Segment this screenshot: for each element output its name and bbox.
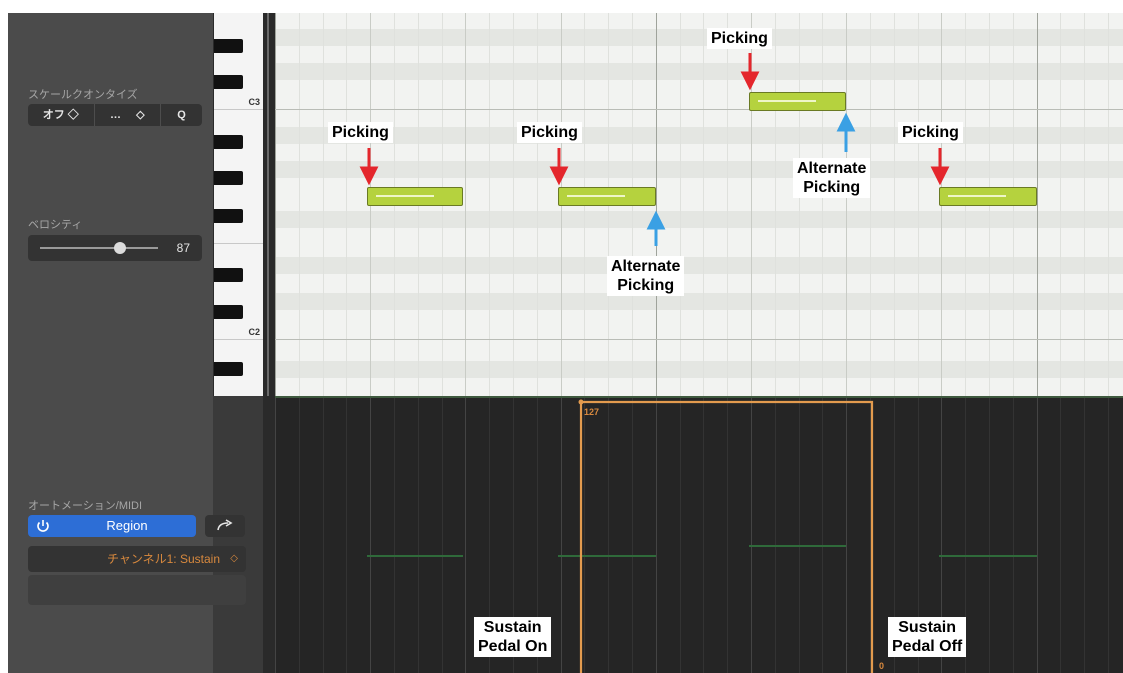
annotation-line: Picking	[803, 179, 861, 196]
annotation-line: Pedal Off	[892, 638, 963, 655]
picking-annotation: Picking	[898, 122, 963, 143]
annotation-line: Picking	[617, 277, 675, 294]
alternate-picking-annotation: Alternate Picking	[607, 256, 685, 296]
sustain-pedal-off-annotation: Sustain Pedal Off	[888, 617, 967, 657]
annotation-line: Sustain	[483, 619, 542, 636]
annotation-arrows	[359, 53, 950, 246]
annotation-line: Sustain	[898, 619, 957, 636]
picking-annotation: Picking	[707, 28, 772, 49]
picking-annotation: Picking	[328, 122, 393, 143]
annotation-line: Pedal On	[478, 638, 548, 655]
annotation-line: Alternate	[797, 160, 867, 177]
alternate-picking-annotation: Alternate Picking	[793, 158, 871, 198]
annotation-line: Alternate	[611, 258, 681, 275]
picking-annotation: Picking	[517, 122, 582, 143]
sustain-pedal-on-annotation: Sustain Pedal On	[474, 617, 552, 657]
